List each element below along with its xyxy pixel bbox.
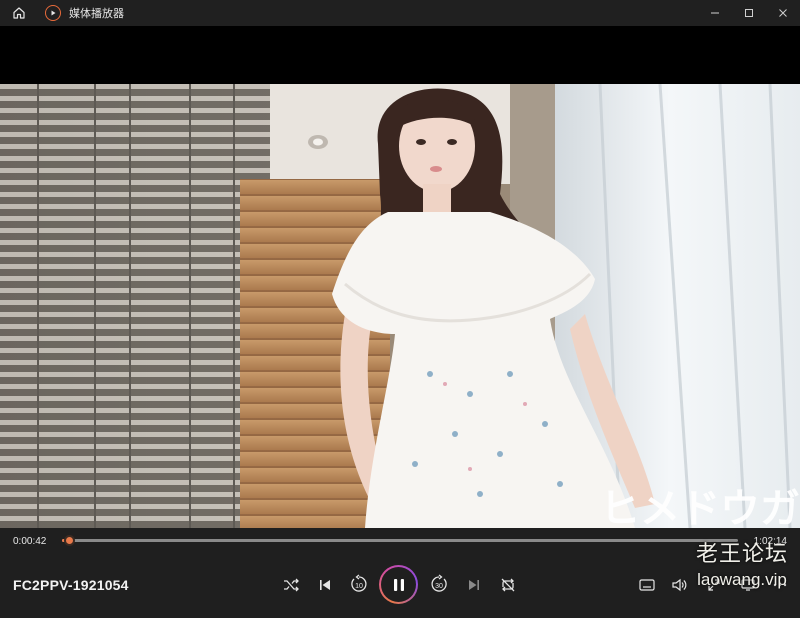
maximize-icon <box>745 9 753 17</box>
media-title: FC2PPV-1921054 <box>13 577 129 593</box>
next-button[interactable] <box>464 575 484 595</box>
home-button[interactable] <box>0 0 38 26</box>
rewind-label: 10 <box>355 583 363 590</box>
video-area[interactable]: ヒメドウガ <box>0 26 800 528</box>
forward-label: 30 <box>435 583 443 590</box>
pause-icon <box>393 578 404 591</box>
minimize-icon <box>711 12 719 14</box>
watermark: 老王论坛 laowang.vip <box>696 536 788 590</box>
video-overlay-text: ヒメドウガ <box>600 486 800 528</box>
volume-icon <box>672 578 687 592</box>
player-controls: 0:00:42 1:02:14 FC2PPV-1921054 10 30 <box>0 528 800 618</box>
video-frame[interactable]: ヒメドウガ <box>0 84 800 528</box>
captions-button[interactable] <box>637 575 657 595</box>
watermark-line2: laowang.vip <box>697 570 787 589</box>
title-bar: 媒体播放器 <box>0 0 800 26</box>
seek-thumb[interactable] <box>64 535 76 546</box>
close-icon <box>779 9 787 17</box>
rewind-button[interactable]: 10 <box>348 573 370 595</box>
play-pause-button[interactable] <box>379 565 418 604</box>
rewind-10-icon: 10 <box>351 574 367 592</box>
previous-button[interactable] <box>315 575 335 595</box>
close-button[interactable] <box>766 0 800 26</box>
previous-icon <box>320 580 330 590</box>
repeat-button[interactable] <box>498 575 518 595</box>
app-icon <box>45 5 61 21</box>
forward-button[interactable]: 30 <box>428 573 450 595</box>
forward-30-icon: 30 <box>431 574 447 592</box>
window-title: 媒体播放器 <box>69 7 124 20</box>
shuffle-icon <box>284 578 299 592</box>
volume-button[interactable] <box>669 575 689 595</box>
next-icon <box>469 580 479 590</box>
maximize-button[interactable] <box>732 0 766 26</box>
captions-icon <box>639 579 655 591</box>
current-time: 0:00:42 <box>13 536 47 547</box>
repeat-icon <box>501 578 515 592</box>
watermark-line1: 老王论坛 <box>695 542 788 567</box>
seek-bar[interactable] <box>62 535 738 546</box>
shuffle-button[interactable] <box>281 575 301 595</box>
minimize-button[interactable] <box>698 0 732 26</box>
home-icon <box>13 7 25 19</box>
